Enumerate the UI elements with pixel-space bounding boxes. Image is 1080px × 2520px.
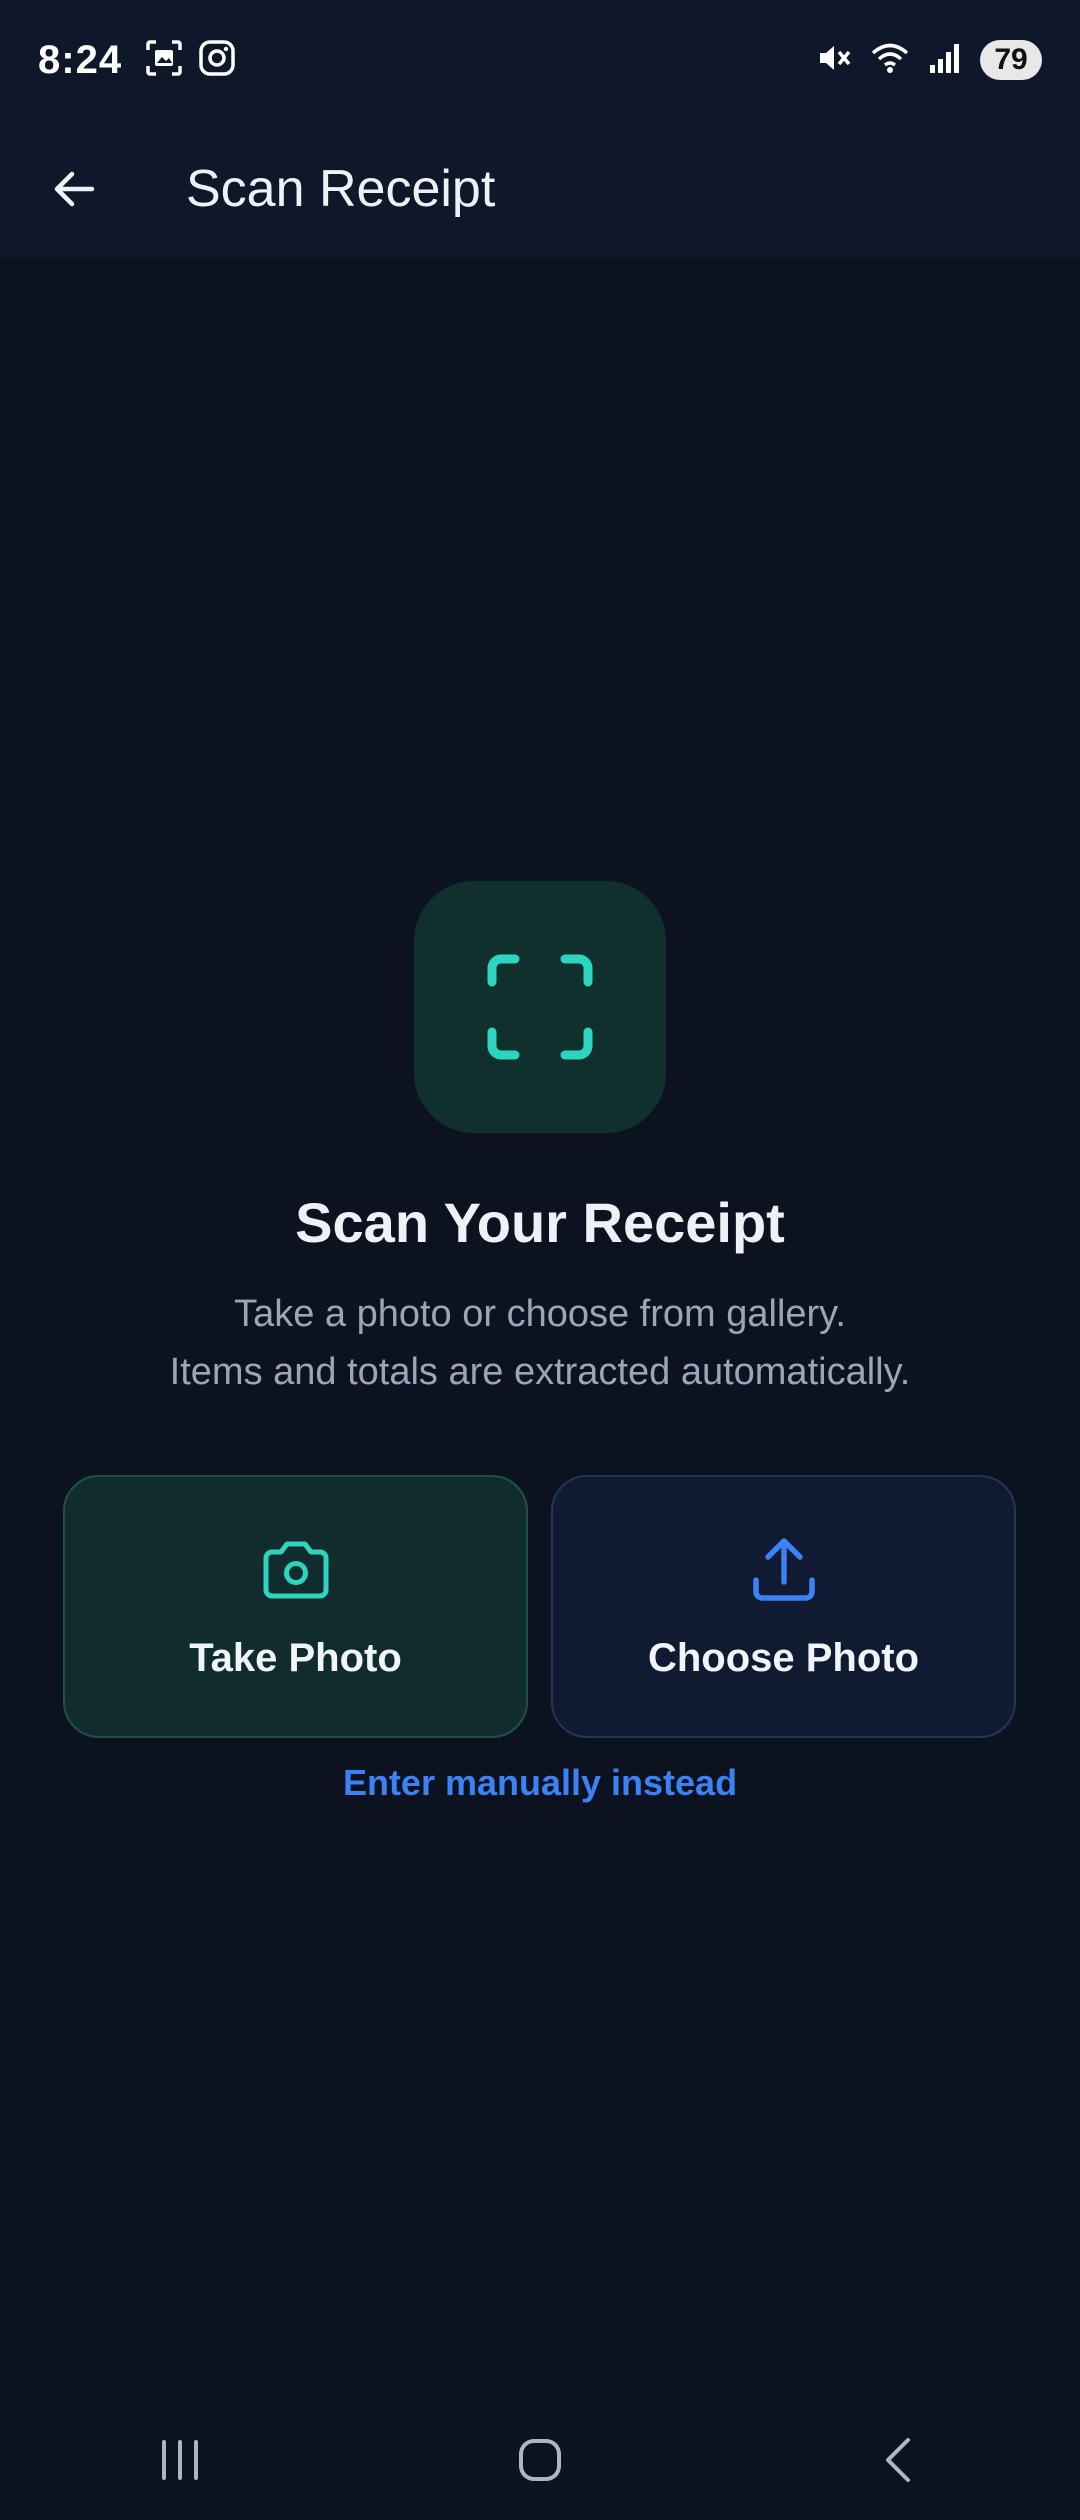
status-notification-icons — [144, 38, 236, 83]
choose-photo-label: Choose Photo — [647, 1636, 920, 1680]
wifi-icon — [870, 40, 910, 81]
chevron-left-icon — [886, 2438, 910, 2482]
scan-headline: Scan Your Receipt — [295, 1191, 785, 1254]
instagram-icon — [198, 39, 236, 82]
status-bar: 8:24 79 — [0, 0, 1080, 120]
screenshot-icon — [144, 38, 184, 83]
home-icon — [519, 2439, 561, 2481]
battery-indicator: 79 — [980, 40, 1042, 80]
back-button[interactable] — [36, 151, 112, 227]
recent-apps-icon — [162, 2440, 198, 2480]
take-photo-button[interactable]: Take Photo — [63, 1475, 528, 1738]
system-back-button[interactable] — [850, 2420, 950, 2500]
scan-badge — [414, 881, 666, 1133]
take-photo-label: Take Photo — [189, 1636, 402, 1680]
app-bar: Scan Receipt — [0, 120, 1080, 258]
description-line-1: Take a photo or choose from gallery. — [234, 1293, 846, 1335]
signal-icon — [928, 41, 962, 80]
home-button[interactable] — [490, 2420, 590, 2500]
arrow-left-icon — [54, 171, 95, 207]
upload-icon — [746, 1532, 822, 1608]
page-title: Scan Receipt — [186, 160, 496, 218]
mute-icon — [816, 40, 852, 81]
screen: 8:24 79 Scan Receipt Scan Your Receipt T… — [0, 0, 1080, 2520]
system-nav-bar — [0, 2400, 1080, 2520]
description-line-2: Items and totals are extracted automatic… — [169, 1351, 911, 1393]
scan-description: Take a photo or choose from gallery. Ite… — [0, 1285, 1080, 1401]
status-system-icons: 79 — [816, 40, 1042, 81]
status-time: 8:24 — [38, 37, 123, 82]
camera-icon — [258, 1532, 334, 1608]
choose-photo-button[interactable]: Choose Photo — [551, 1475, 1016, 1738]
enter-manually-link[interactable]: Enter manually instead — [0, 1762, 1080, 1804]
recent-apps-button[interactable] — [130, 2420, 230, 2500]
scan-frame-icon — [487, 954, 593, 1060]
